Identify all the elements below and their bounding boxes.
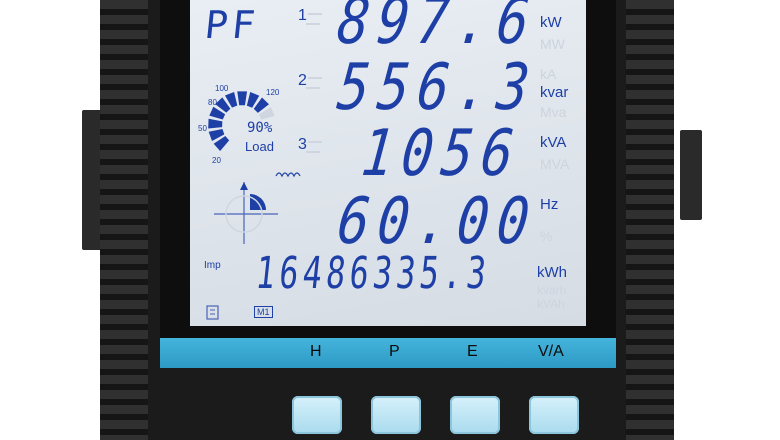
ghost-unit-ka: kA (540, 66, 557, 82)
row-1-value: 897.6 (334, 0, 541, 59)
row-4-unit: Hz (540, 196, 559, 213)
ghost-segments (306, 13, 322, 153)
ghost-unit-mw: MW (540, 36, 565, 52)
lcd-display: PF 1 897.6 kW MW 2 556.3 kvar kA Mva 3 1… (190, 0, 586, 326)
energy-direction: Imp (204, 260, 221, 271)
right-mounting-clip (680, 130, 702, 220)
right-ribbed-rail (626, 0, 674, 440)
row-1-unit: kW (540, 14, 562, 31)
p-button[interactable] (371, 396, 421, 434)
left-mounting-clip (82, 110, 102, 250)
row-3-unit: kVA (540, 134, 567, 151)
mode-badge: M1 (254, 306, 273, 318)
gauge-tick-80: 80 (208, 98, 217, 107)
left-ribbed-rail (100, 0, 148, 440)
ghost-unit-kvah: kVAh (537, 297, 565, 311)
gauge-tick-120-label: 120 (266, 88, 280, 97)
gauge-tick-20: 20 (212, 156, 221, 165)
row-2-unit: kvar (540, 84, 569, 101)
gauge-tick-100: 100 (215, 84, 229, 93)
va-button[interactable] (529, 396, 579, 434)
key-label-h: H (310, 343, 322, 360)
key-label-va: V/A (538, 343, 564, 360)
row-2-value: 556.3 (334, 51, 541, 125)
communication-icon (206, 305, 219, 320)
row-3-value: 1056 (358, 117, 526, 191)
coil-icon (275, 172, 301, 178)
row-4-value: 60.00 (334, 185, 541, 259)
gauge-segment (237, 91, 248, 106)
energy-value: 16486335.3 (253, 248, 493, 299)
mode-label: PF (202, 3, 262, 47)
ghost-unit-mva: MVA (540, 156, 570, 172)
ghost-unit-percent: % (540, 228, 553, 244)
energy-unit: kWh (537, 264, 567, 281)
load-percent: 90% (247, 120, 273, 136)
quadrant-indicator-icon (214, 182, 278, 244)
gauge-tick-50: 50 (198, 124, 207, 133)
load-label: Load (245, 139, 274, 154)
ghost-unit-mva-lower: Mva (540, 104, 567, 120)
key-label-e: E (467, 343, 478, 360)
gauge-segment (208, 118, 223, 129)
h-button[interactable] (292, 396, 342, 434)
e-button[interactable] (450, 396, 500, 434)
ghost-unit-kvarh: kvarh (537, 283, 567, 297)
key-label-p: P (389, 343, 400, 360)
